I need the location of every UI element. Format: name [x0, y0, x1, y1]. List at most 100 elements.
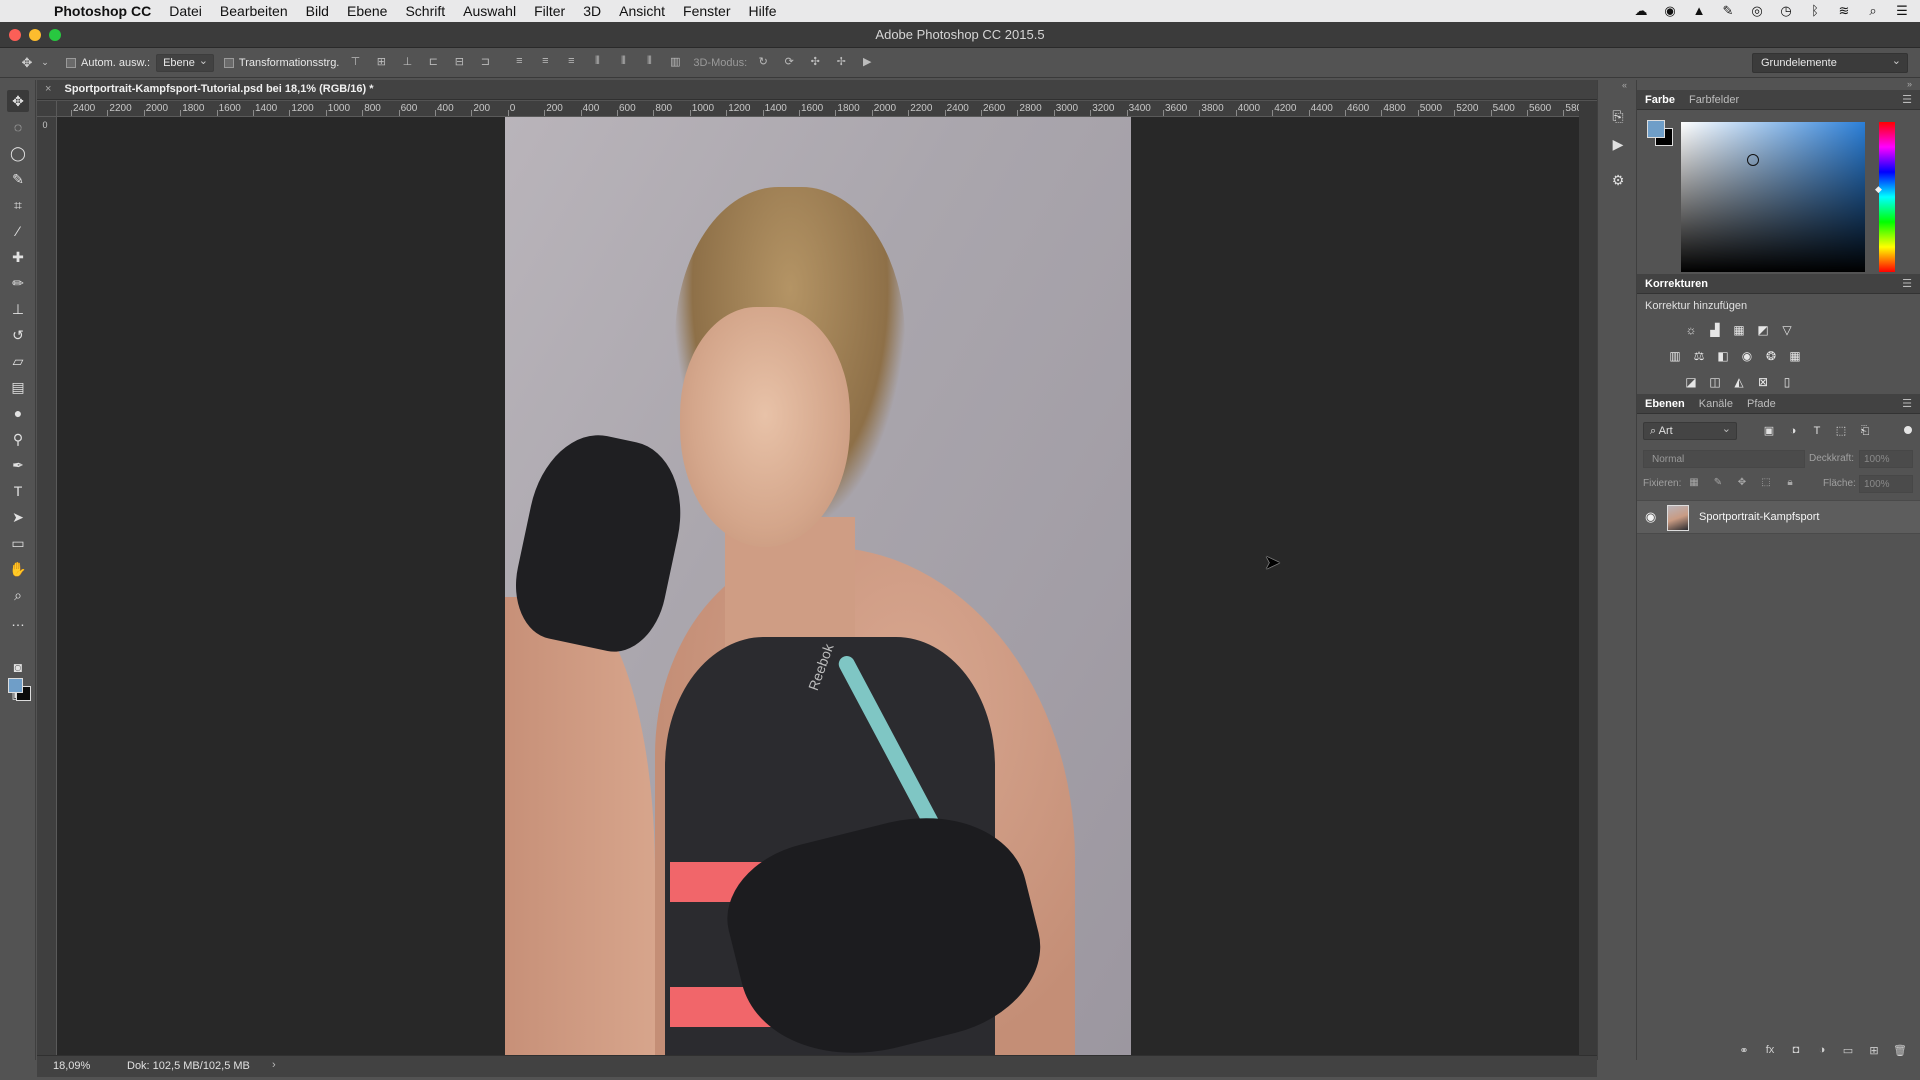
- new-layer-icon[interactable]: ⊞: [1866, 1044, 1882, 1057]
- distribute-left-icon[interactable]: ⦀: [587, 55, 607, 71]
- lock-all-icon[interactable]: 🔒︎: [1783, 477, 1797, 489]
- document-tab[interactable]: × Sportportrait-Kampfsport-Tutorial.psd …: [45, 83, 374, 95]
- distribute-right-icon[interactable]: ⦀: [639, 55, 659, 71]
- brightness-icon[interactable]: ☼: [1683, 322, 1699, 338]
- distribute-bottom-icon[interactable]: ≡: [561, 55, 581, 71]
- menu-auswahl[interactable]: Auswahl: [454, 3, 525, 19]
- foreground-color-swatch[interactable]: [8, 678, 23, 693]
- acrobat-icon[interactable]: ✎: [1720, 4, 1736, 18]
- pixel-layer-filter-icon[interactable]: ▣: [1761, 424, 1777, 438]
- levels-icon[interactable]: ▟: [1707, 322, 1723, 338]
- zoom-level[interactable]: 18,09%: [53, 1060, 90, 1072]
- shape-layer-filter-icon[interactable]: ⬚: [1833, 424, 1849, 438]
- vibrance-icon[interactable]: ▽: [1779, 322, 1795, 338]
- canvas-scroll-strip[interactable]: [1579, 101, 1597, 1055]
- adjustment-layer-filter-icon[interactable]: ◑: [1785, 424, 1801, 438]
- bluetooth-icon[interactable]: ᛒ: [1807, 4, 1823, 18]
- lock-artboard-icon[interactable]: ⬚: [1759, 477, 1773, 489]
- panel-menu-icon[interactable]: ☰: [1902, 93, 1912, 106]
- history-panel-icon[interactable]: ⎘: [1604, 104, 1632, 128]
- layer-visibility-eye-icon[interactable]: ◉: [1645, 509, 1656, 525]
- panel-menu-icon[interactable]: ☰: [1902, 397, 1912, 410]
- quick-mask-icon[interactable]: ◙: [7, 656, 29, 678]
- distribute-hcenter-icon[interactable]: ⦀: [613, 55, 633, 71]
- menu-datei[interactable]: Datei: [160, 3, 211, 19]
- invert-icon[interactable]: ◪: [1683, 374, 1699, 390]
- menu-hilfe[interactable]: Hilfe: [740, 3, 786, 19]
- lock-transparency-icon[interactable]: ▦: [1687, 477, 1701, 489]
- tool-preset-dropdown-icon[interactable]: ⌄: [38, 57, 52, 68]
- black-white-icon[interactable]: ◧: [1715, 348, 1731, 364]
- layer-filter-toggle[interactable]: [1904, 426, 1912, 434]
- lock-position-icon[interactable]: ✥: [1735, 477, 1749, 489]
- distribute-top-icon[interactable]: ≡: [509, 55, 529, 71]
- lock-pixels-icon[interactable]: ✎: [1711, 477, 1725, 489]
- smart-object-filter-icon[interactable]: ⎗: [1857, 424, 1873, 438]
- vertical-ruler[interactable]: 0: [37, 117, 57, 1055]
- actions-panel-icon[interactable]: ▶: [1604, 132, 1632, 156]
- move-tool-icon[interactable]: ✥: [16, 55, 38, 71]
- new-group-icon[interactable]: ▭: [1840, 1044, 1856, 1057]
- healing-brush-tool-icon[interactable]: ✚: [7, 246, 29, 268]
- menu-filter[interactable]: Filter: [525, 3, 574, 19]
- posterize-icon[interactable]: ◫: [1707, 374, 1723, 390]
- auto-select-target-select[interactable]: Ebene: [156, 53, 214, 72]
- transform-controls-checkbox[interactable]: [223, 57, 239, 69]
- hue-slider[interactable]: [1879, 122, 1895, 272]
- dodge-tool-icon[interactable]: ⚲: [7, 428, 29, 450]
- expand-panels-icon[interactable]: »: [1907, 79, 1912, 89]
- hue-slider-pointer-icon[interactable]: ◆: [1875, 184, 1882, 195]
- hand-tool-icon[interactable]: ✋: [7, 558, 29, 580]
- path-selection-tool-icon[interactable]: ➤: [7, 506, 29, 528]
- record-icon[interactable]: ◎: [1749, 4, 1765, 18]
- document-info[interactable]: Dok: 102,5 MB/102,5 MB: [127, 1060, 250, 1072]
- spotlight-icon[interactable]: ⌕: [1865, 4, 1881, 18]
- new-adjustment-layer-icon[interactable]: ◑: [1814, 1044, 1830, 1056]
- layer-row[interactable]: ◉ Sportportrait-Kampfsport: [1637, 500, 1920, 534]
- quick-selection-tool-icon[interactable]: ✎: [7, 168, 29, 190]
- tab-pfade[interactable]: Pfade: [1747, 398, 1776, 410]
- camera-3d-icon[interactable]: ▶: [857, 55, 877, 71]
- pen-tool-icon[interactable]: ✒: [7, 454, 29, 476]
- opacity-input[interactable]: 100%: [1859, 450, 1913, 468]
- gradient-map-icon[interactable]: ▯: [1779, 374, 1795, 390]
- zoom-tool-icon[interactable]: ⌕: [7, 584, 29, 606]
- blend-mode-select[interactable]: Normal: [1643, 450, 1805, 468]
- drag-3d-icon[interactable]: ✣: [805, 55, 825, 71]
- close-document-icon[interactable]: ×: [45, 83, 51, 95]
- menu-ansicht[interactable]: Ansicht: [610, 3, 674, 19]
- menu-app-name[interactable]: Photoshop CC: [54, 3, 160, 19]
- tab-kanaele[interactable]: Kanäle: [1699, 398, 1733, 410]
- roll-3d-icon[interactable]: ⟳: [779, 55, 799, 71]
- align-left-icon[interactable]: ⊏: [423, 55, 443, 71]
- photo-filter-icon[interactable]: ◉: [1739, 348, 1755, 364]
- distribute-vcenter-icon[interactable]: ≡: [535, 55, 555, 71]
- time-machine-icon[interactable]: ◷: [1778, 4, 1794, 18]
- more-tools-icon[interactable]: …: [7, 610, 29, 632]
- align-hcenter-icon[interactable]: ⊟: [449, 55, 469, 71]
- tab-farbe[interactable]: Farbe: [1645, 94, 1675, 106]
- blur-tool-icon[interactable]: ●: [7, 402, 29, 424]
- channel-mixer-icon[interactable]: ❂: [1763, 348, 1779, 364]
- exposure-icon[interactable]: ◩: [1755, 322, 1771, 338]
- horizontal-ruler[interactable]: 2400 2200 2000 1800 1600 1400 1200 1000 800 600 40…: [57, 101, 1579, 117]
- crop-tool-icon[interactable]: ⌗: [7, 194, 29, 216]
- auto-select-checkbox[interactable]: [66, 57, 81, 69]
- align-vcenter-icon[interactable]: ⊞: [371, 55, 391, 71]
- clone-stamp-tool-icon[interactable]: ⊥: [7, 298, 29, 320]
- menu-bearbeiten[interactable]: Bearbeiten: [211, 3, 297, 19]
- menu-fenster[interactable]: Fenster: [674, 3, 739, 19]
- type-layer-filter-icon[interactable]: T: [1809, 424, 1825, 438]
- history-brush-tool-icon[interactable]: ↺: [7, 324, 29, 346]
- properties-panel-icon[interactable]: ⚙: [1604, 168, 1632, 192]
- layer-name[interactable]: Sportportrait-Kampfsport: [1699, 511, 1819, 523]
- saturation-brightness-field[interactable]: [1681, 122, 1865, 272]
- panel-foreground-swatch[interactable]: [1647, 120, 1665, 138]
- menu-3d[interactable]: 3D: [574, 3, 610, 19]
- align-top-icon[interactable]: ⊤: [345, 55, 365, 71]
- tab-korrekturen[interactable]: Korrekturen: [1645, 278, 1708, 290]
- brush-tool-icon[interactable]: ✏: [7, 272, 29, 294]
- type-tool-icon[interactable]: T: [7, 480, 29, 502]
- color-lookup-icon[interactable]: ▦: [1787, 348, 1803, 364]
- ruler-origin[interactable]: [37, 101, 57, 117]
